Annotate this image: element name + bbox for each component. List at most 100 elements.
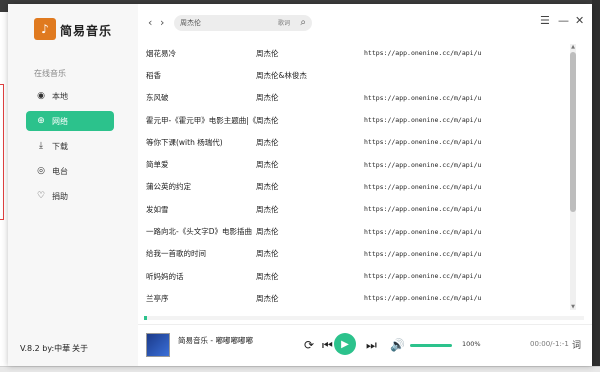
list-scrollbar[interactable]: ▲ ▼ [570,44,576,310]
song-url: https://app.onenine.cc/m/api/u [364,49,482,58]
progress-thumb[interactable] [144,316,147,320]
song-url: https://app.onenine.cc/m/api/u [364,227,482,236]
close-icon[interactable]: ✕ [575,14,584,27]
scroll-down-icon[interactable]: ▼ [570,304,576,310]
song-url: https://app.onenine.cc/m/api/u [364,294,482,303]
song-row[interactable]: 蒲公英的约定 周杰伦 https://app.onenine.cc/m/api/u [144,176,568,198]
volume-icon[interactable]: 🔊 [390,338,405,352]
sidebar-item-radio[interactable]: ◎ 电台 [26,161,114,181]
song-row[interactable]: 稻香 周杰伦&林俊杰 [144,64,568,86]
song-artist: 周杰伦 [256,115,279,125]
song-url: https://app.onenine.cc/m/api/u [364,205,482,214]
sidebar-item-donate[interactable]: ♡ 捐助 [26,186,114,206]
desktop-background-right [592,0,600,372]
menu-icon[interactable]: ☰ [540,14,550,27]
app-logo-icon: ♪ [34,18,56,40]
song-title: 发如雪 [146,204,169,214]
song-url: https://app.onenine.cc/m/api/u [364,272,482,281]
song-row[interactable]: 简单爱 周杰伦 https://app.onenine.cc/m/api/u [144,153,568,175]
song-title: 蒲公英的约定 [146,182,191,192]
song-artist: 周杰伦&林俊杰 [256,70,307,80]
sidebar: ♪ 简易音乐 在线音乐 ◉ 本地 ⊕ 网络 ⤓ 下载 ◎ 电台 ♡ 捐助 V.8… [8,4,138,366]
song-row[interactable]: 东风破 周杰伦 https://app.onenine.cc/m/api/u [144,87,568,109]
play-button[interactable]: ▶ [334,333,356,355]
version-label: V.8.2 by:中華 [20,344,71,353]
song-row[interactable]: 兰亭序 周杰伦 https://app.onenine.cc/m/api/u [144,287,568,309]
forward-arrow-icon[interactable]: › [160,16,164,29]
song-title: 稻香 [146,70,161,80]
app-window: ♪ 简易音乐 在线音乐 ◉ 本地 ⊕ 网络 ⤓ 下载 ◎ 电台 ♡ 捐助 V.8… [8,4,592,366]
sidebar-item-label: 电台 [52,166,68,176]
song-artist: 周杰伦 [256,137,279,147]
desktop-background-bottom [0,366,600,372]
song-title: 简单爱 [146,160,169,170]
song-row[interactable]: 烟花易冷 周杰伦 https://app.onenine.cc/m/api/u [144,42,568,64]
app-name: 简易音乐 [60,24,113,38]
song-row[interactable]: 霍元甲-《霍元甲》电影主题曲|《 周杰伦 https://app.onenine.c… [144,109,568,131]
sidebar-item-label: 本地 [52,91,68,101]
search-box: 歌词 ⌕ [174,15,312,31]
background-annotation-box [0,84,4,220]
song-artist: 周杰伦 [256,93,279,103]
song-artist: 周杰伦 [256,182,279,192]
song-url: https://app.onenine.cc/m/api/u [364,138,482,147]
song-url: https://app.onenine.cc/m/api/u [364,249,482,258]
sidebar-item-network[interactable]: ⊕ 网络 [26,111,114,131]
progress-track[interactable] [144,316,584,320]
song-title: 东风破 [146,93,169,103]
song-row[interactable]: 等你下课(with 杨瑞代) 周杰伦 https://app.onenine.cc/… [144,131,568,153]
now-playing-title: 简易音乐 - 嘟嘟嘟嘟嘟 [178,336,253,345]
player-bar: 简易音乐 - 嘟嘟嘟嘟嘟 ⟳ ⏮ ▶ ⏭ 🔊 100% 00:00/-1:-1 … [138,324,592,366]
sidebar-item-label: 下载 [52,141,68,151]
play-icon: ▶ [341,338,349,350]
song-artist: 周杰伦 [256,227,279,237]
radio-icon: ◎ [37,166,45,176]
song-url: https://app.onenine.cc/m/api/u [364,93,482,102]
search-input[interactable] [180,17,280,29]
song-title: 烟花易冷 [146,48,176,58]
song-row[interactable]: 给我一首歌的时间 周杰伦 https://app.onenine.cc/m/api/… [144,243,568,265]
previous-icon[interactable]: ⏮ [322,338,333,353]
scrollbar-thumb[interactable] [570,52,576,212]
next-icon[interactable]: ⏭ [366,338,377,353]
back-arrow-icon[interactable]: ‹ [148,16,152,29]
song-title: 一路向北-《头文字D》电影插曲 [146,227,252,237]
donate-icon: ♡ [36,191,46,201]
song-artist: 周杰伦 [256,160,279,170]
search-icon[interactable]: ⌕ [300,17,306,28]
song-list: 烟花易冷 周杰伦 https://app.onenine.cc/m/api/u 稻香… [144,42,568,310]
volume-percent: 100% [462,340,481,348]
minimize-icon[interactable]: — [558,14,569,27]
album-cover[interactable] [146,333,170,357]
search-type-label[interactable]: 歌词 [278,18,290,27]
sidebar-item-label: 捐助 [52,191,68,201]
song-row[interactable]: 发如雪 周杰伦 https://app.onenine.cc/m/api/u [144,198,568,220]
song-title: 听妈妈的话 [146,271,184,281]
globe-icon: ⊕ [37,116,45,126]
song-artist: 周杰伦 [256,204,279,214]
about-link[interactable]: 关于 [72,343,88,354]
song-row[interactable]: 一路向北-《头文字D》电影插曲 周杰伦 https://app.onenine.cc… [144,220,568,242]
scroll-up-icon[interactable]: ▲ [570,44,576,50]
playback-time: 00:00/-1:-1 [530,340,569,348]
download-icon: ⤓ [39,141,43,151]
song-title: 霍元甲-《霍元甲》电影主题曲|《 [146,115,256,125]
sidebar-item-label: 网络 [52,116,68,126]
disc-icon: ◉ [37,91,45,101]
song-title: 兰亭序 [146,293,169,303]
top-bar: ‹ › 歌词 ⌕ ☰ — ✕ [138,4,592,40]
sidebar-item-download[interactable]: ⤓ 下载 [26,136,114,156]
sidebar-section-title: 在线音乐 [34,69,66,78]
sidebar-item-local[interactable]: ◉ 本地 [26,86,114,106]
song-url: https://app.onenine.cc/m/api/u [364,116,482,125]
lyrics-button[interactable]: 词 [572,338,581,351]
song-artist: 周杰伦 [256,271,279,281]
sidebar-nav: ◉ 本地 ⊕ 网络 ⤓ 下载 ◎ 电台 ♡ 捐助 [26,86,114,211]
song-artist: 周杰伦 [256,293,279,303]
volume-slider[interactable] [410,344,452,347]
song-url: https://app.onenine.cc/m/api/u [364,182,482,191]
repeat-icon[interactable]: ⟳ [304,338,314,352]
song-row[interactable]: 听妈妈的话 周杰伦 https://app.onenine.cc/m/api/u [144,265,568,287]
song-url: https://app.onenine.cc/m/api/u [364,160,482,169]
song-title: 给我一首歌的时间 [146,249,206,259]
